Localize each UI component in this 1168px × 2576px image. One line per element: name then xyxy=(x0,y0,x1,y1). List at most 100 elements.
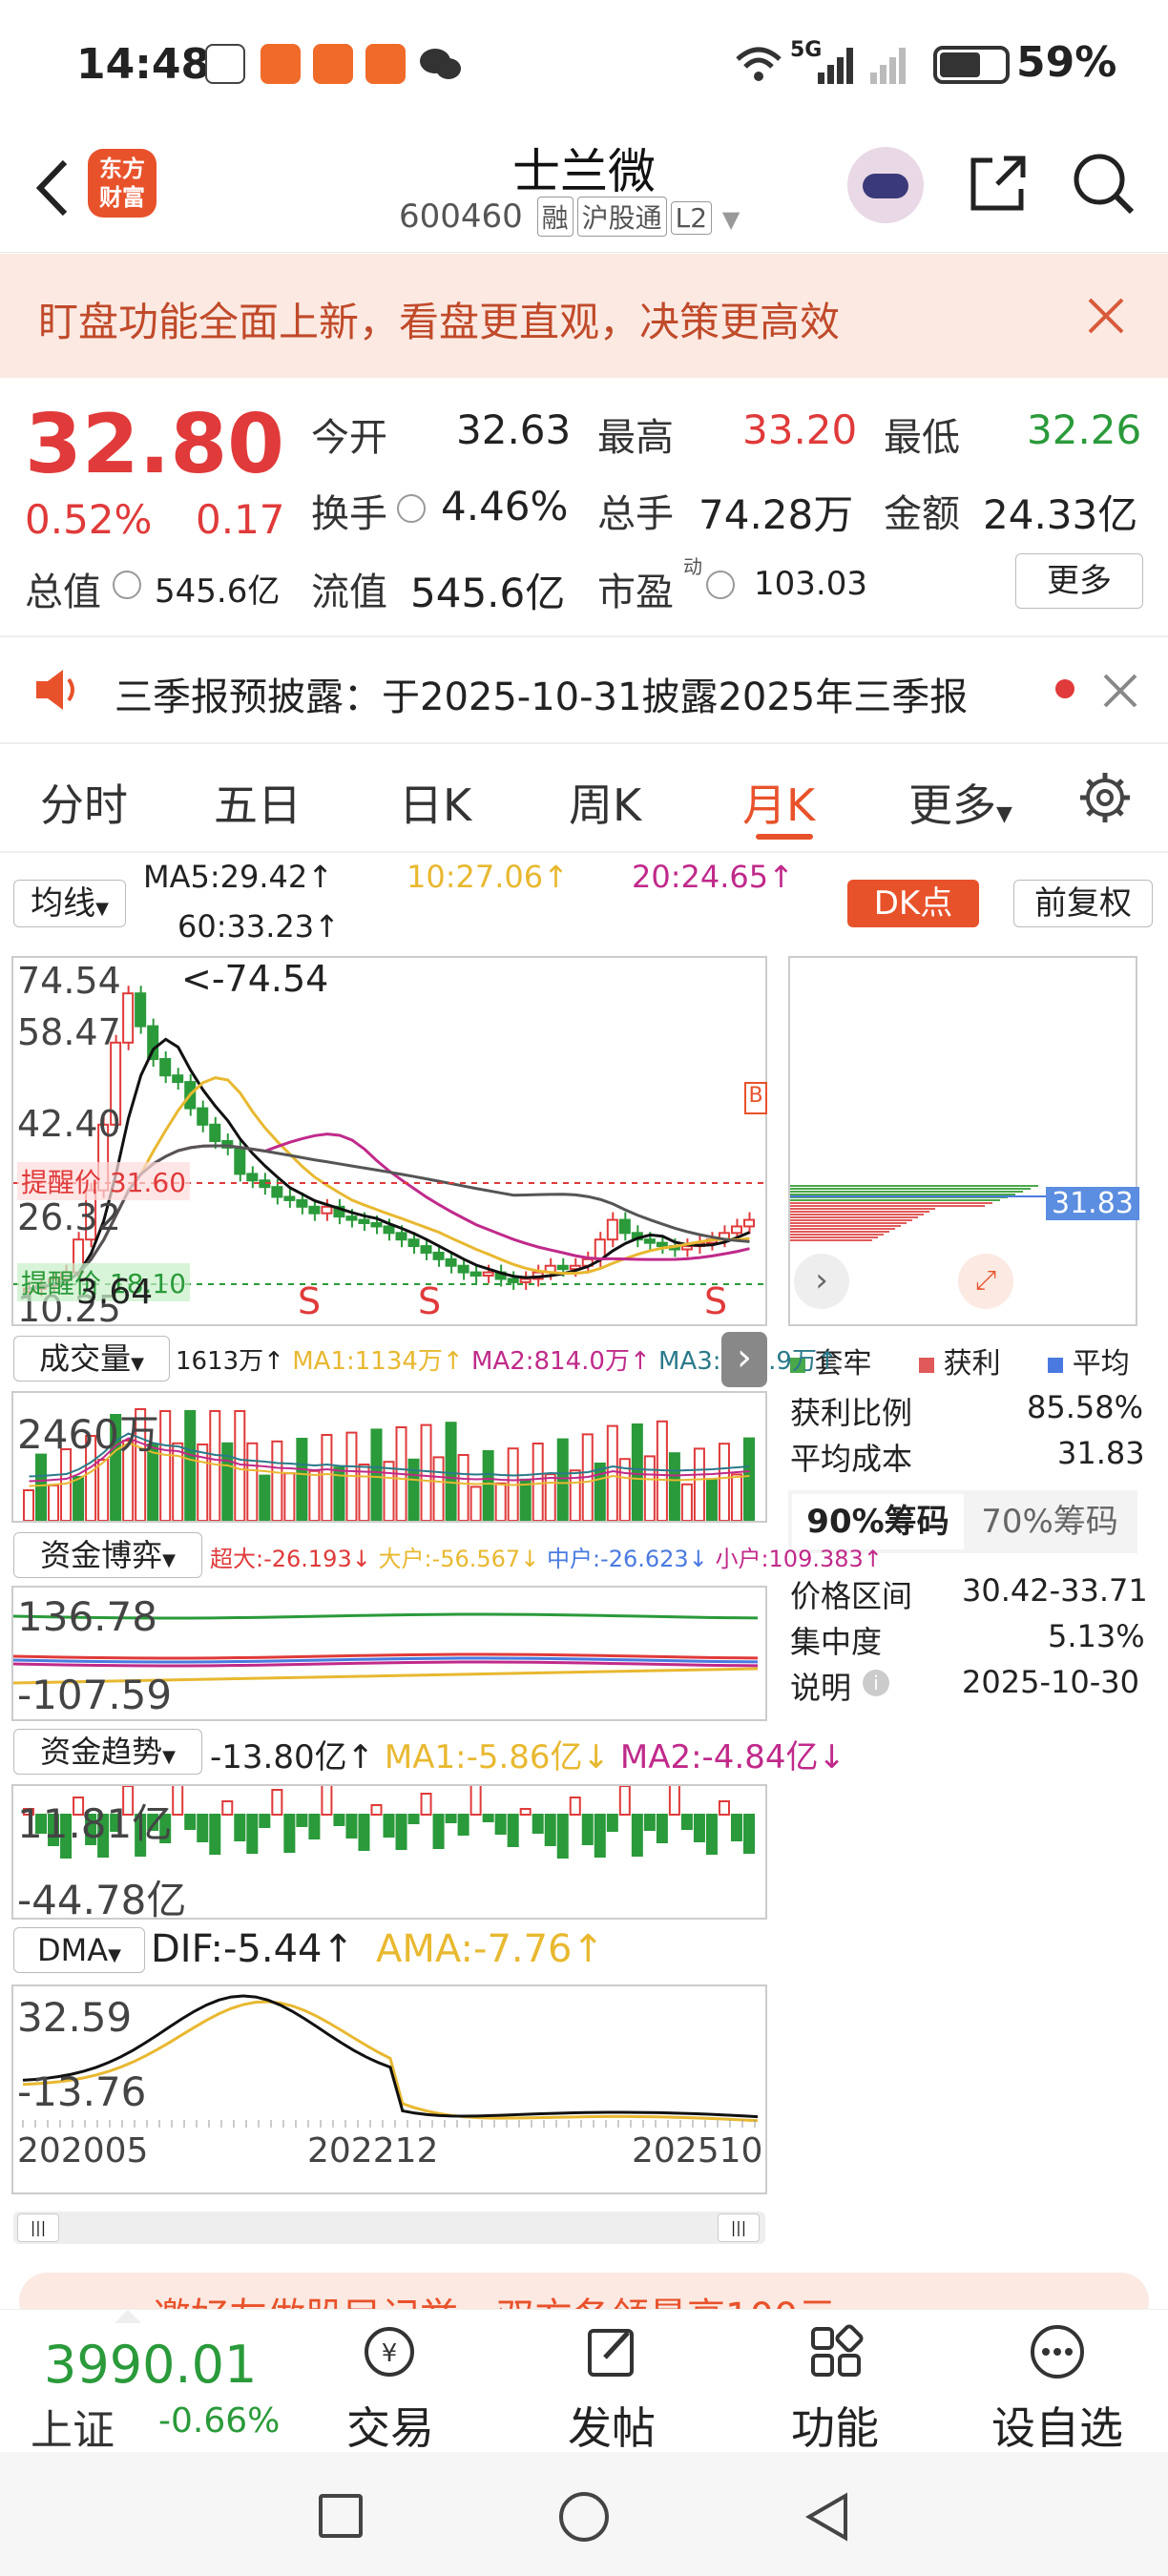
adjust-button[interactable]: 前复权 xyxy=(1013,880,1153,927)
index-value[interactable]: 3990.01 xyxy=(44,2335,257,2395)
fund-game-y-top: 136.78 xyxy=(17,1593,157,1640)
expand-panel-icon[interactable]: › xyxy=(721,1332,767,1387)
tab-weekly-k[interactable]: 周K xyxy=(569,771,641,834)
fund-trend-bar xyxy=(395,1814,407,1850)
volume-bar xyxy=(482,1450,494,1521)
chip-bar xyxy=(790,1205,985,1207)
more-button[interactable]: 更多 xyxy=(1015,553,1143,609)
feature-banner[interactable]: 盯盘功能全面上新，看盘更直观，决策更高效 xyxy=(0,254,1168,378)
fund-trend-bar xyxy=(556,1814,569,1859)
back-nav-icon[interactable] xyxy=(803,2490,851,2544)
fund-game-y-bottom: -107.59 xyxy=(17,1672,173,1718)
tag-level2: L2 xyxy=(670,201,713,235)
post-edit-icon[interactable] xyxy=(584,2323,641,2380)
home-icon[interactable] xyxy=(559,2492,609,2542)
volume-bar xyxy=(159,1410,172,1521)
dma-selector[interactable]: DMA▼ xyxy=(13,1927,145,1973)
y-label: 74.54 xyxy=(17,960,121,1002)
fund-trend-ma2: MA2:-4.84亿↓ xyxy=(619,1738,845,1776)
fund-trend-y-bottom: -44.78亿 xyxy=(17,1877,187,1923)
kline-chart[interactable]: 74.54 58.47 42.40 26.32 10.25 <-74.54 提醒… xyxy=(11,956,767,1330)
price-range-value: 30.42-33.71 xyxy=(962,1572,1148,1609)
info-icon[interactable] xyxy=(397,494,426,523)
fund-trend-selector[interactable]: 资金趋势▼ xyxy=(13,1729,202,1775)
recent-apps-icon[interactable] xyxy=(319,2494,363,2538)
tab-five-day[interactable]: 五日 xyxy=(214,771,302,834)
info-icon[interactable] xyxy=(113,571,141,599)
assistant-avatar-icon[interactable] xyxy=(847,147,924,223)
volume-bar xyxy=(457,1454,469,1521)
mid-value: 中户:-26.623↓ xyxy=(546,1546,708,1572)
banner-text: 盯盘功能全面上新，看盘更直观，决策更高效 xyxy=(38,299,841,345)
more-dots-icon[interactable] xyxy=(1029,2323,1086,2380)
info-icon[interactable] xyxy=(706,571,735,599)
tab-intraday[interactable]: 分时 xyxy=(40,771,128,834)
index-name[interactable]: 上证 xyxy=(31,2396,115,2457)
chart-range-scrollbar[interactable]: ||| ||| xyxy=(13,2212,765,2244)
note-date: 2025-10-30 xyxy=(962,1664,1139,1700)
fund-trend-bar xyxy=(259,1814,271,1828)
info-icon[interactable]: i xyxy=(863,1670,889,1696)
fund-trend-bar xyxy=(718,1800,730,1816)
dropdown-icon[interactable]: ▼ xyxy=(722,206,740,233)
volume-ma1: MA1:1134万↑ xyxy=(292,1347,464,1376)
nav-trade[interactable]: 交易 xyxy=(319,2394,462,2457)
nav-post[interactable]: 发帖 xyxy=(540,2394,683,2457)
x-label: 202212 xyxy=(307,2131,439,2171)
nav-add-watchlist[interactable]: 设自选 xyxy=(970,2394,1145,2457)
tab-daily-k[interactable]: 日K xyxy=(399,771,471,834)
fund-trend-y-top: 11.81亿 xyxy=(17,1800,173,1847)
volume-chart[interactable]: 2460万 xyxy=(11,1391,767,1523)
tab-monthly-k[interactable]: 月K xyxy=(742,771,815,834)
fund-trend-bar xyxy=(321,1786,333,1816)
range-handle-right[interactable]: ||| xyxy=(718,2213,760,2242)
dma-chart[interactable]: 32.59 -13.76 202005 202212 202510 xyxy=(11,1984,767,2194)
tab-chip-70[interactable]: 70%筹码 xyxy=(966,1494,1134,1549)
nav-functions[interactable]: 功能 xyxy=(763,2394,907,2457)
notice-bar[interactable]: 三季报预披露：于2025-10-31披露2025年三季报 xyxy=(0,637,1168,742)
volume-selector[interactable]: 成交量▼ xyxy=(13,1336,170,1381)
fund-trend-bar xyxy=(730,1814,742,1841)
fund-game-selector[interactable]: 资金博弈▼ xyxy=(13,1532,202,1578)
sell-marker[interactable]: S xyxy=(298,1280,321,1322)
close-icon[interactable] xyxy=(1082,292,1130,340)
tab-more[interactable]: 更多▼ xyxy=(908,771,1012,834)
trade-icon[interactable]: ¥ xyxy=(361,2323,418,2380)
range-handle-left[interactable]: ||| xyxy=(17,2213,59,2242)
dk-point-button[interactable]: DK点 xyxy=(847,880,979,927)
fund-trend-bar xyxy=(569,1797,581,1816)
search-icon[interactable] xyxy=(1071,151,1137,218)
price-range-label: 价格区间 xyxy=(790,1578,913,1614)
dma-dif: DIF:-5.44↑ xyxy=(151,1927,354,1971)
reminder-price-1[interactable]: 提醒价 31.60 xyxy=(17,1162,191,1200)
fund-game-chart[interactable]: 136.78 -107.59 xyxy=(11,1586,767,1721)
apps-grid-icon[interactable] xyxy=(807,2323,865,2380)
settings-gear-icon[interactable] xyxy=(1076,769,1134,826)
expand-right-icon[interactable]: › xyxy=(794,1254,849,1309)
index-change[interactable]: -0.66% xyxy=(158,2401,280,2441)
fund-trend-chart[interactable]: 11.81亿 -44.78亿 xyxy=(11,1784,767,1923)
close-icon[interactable] xyxy=(1099,670,1141,712)
fund-trend-bar xyxy=(432,1814,445,1849)
legend-profit: 获利 xyxy=(943,1347,1001,1381)
candle-body xyxy=(432,1251,445,1260)
fund-trend-bar xyxy=(742,1814,755,1854)
fullscreen-icon[interactable]: ⤢ xyxy=(958,1254,1013,1309)
chip-bar xyxy=(790,1188,1031,1190)
share-icon[interactable] xyxy=(964,151,1031,218)
volume-bar xyxy=(532,1443,544,1521)
chip-bar xyxy=(790,1216,918,1218)
ma10-value: 10:27.06↑ xyxy=(407,859,569,895)
fund-trend-bar xyxy=(643,1814,656,1831)
volume-bar xyxy=(420,1423,432,1521)
fund-trend-bar xyxy=(705,1814,718,1855)
ma-selector[interactable]: 均线▼ xyxy=(13,880,126,927)
fund-trend-bar xyxy=(507,1814,519,1847)
x-label: 202005 xyxy=(17,2131,149,2171)
volume-value: 74.28万 xyxy=(699,491,854,538)
buy-marker[interactable]: B xyxy=(744,1082,767,1114)
chip-distribution-chart[interactable]: 31.83 › ⤢ xyxy=(788,956,1139,1326)
volume-bar xyxy=(209,1410,221,1521)
sell-marker[interactable]: S xyxy=(704,1280,727,1322)
sell-marker[interactable]: S xyxy=(418,1280,441,1322)
